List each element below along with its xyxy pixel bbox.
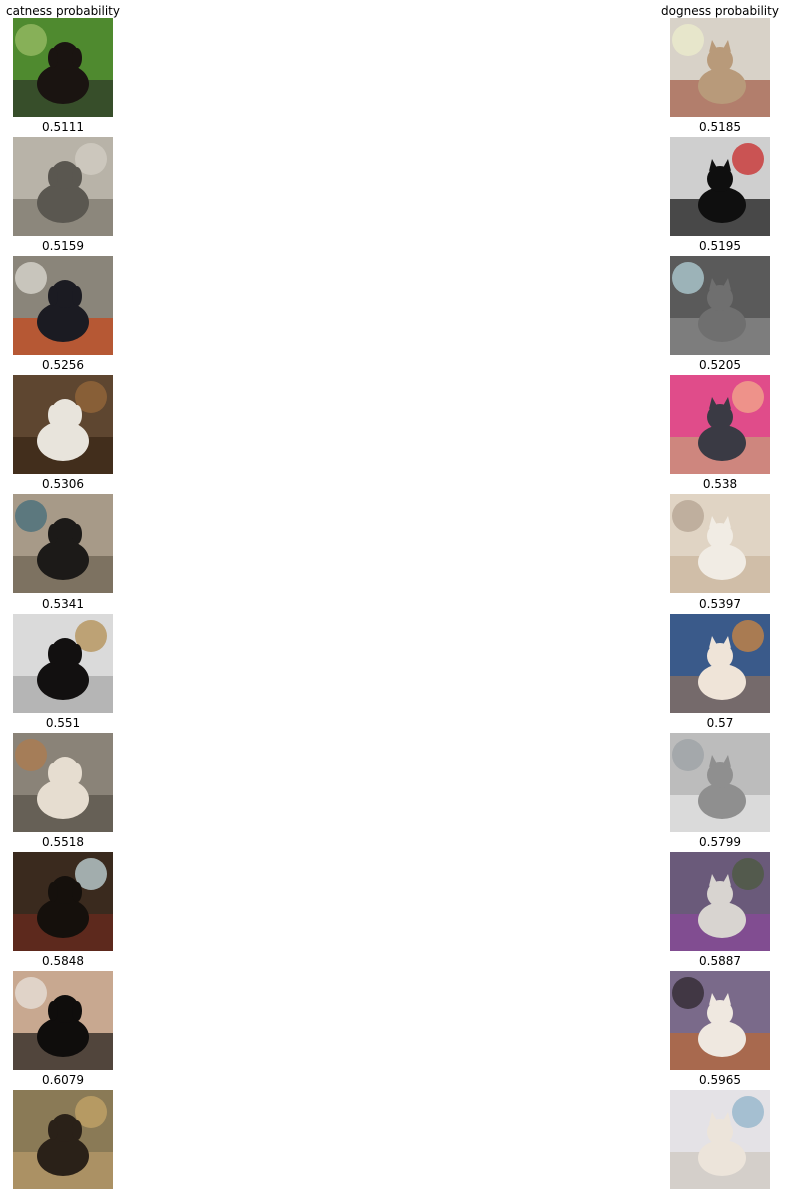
- grid-cell: 0.5159: [13, 239, 113, 356]
- grid-cell: 0.5341: [13, 597, 113, 713]
- probability-label: 0.538: [702, 477, 738, 492]
- grid-cell: 0.5518: [13, 835, 113, 951]
- grid-cell: 0.5306: [13, 477, 113, 594]
- grid-cell: [670, 18, 770, 117]
- probability-label: 0.5397: [699, 596, 741, 611]
- grid-cell: 0.5256: [13, 358, 113, 475]
- grid-cell: 0.5185: [670, 120, 770, 237]
- cat-photo-icon: [670, 137, 770, 237]
- grid-cell: 0.5965: [670, 1073, 770, 1189]
- dog-photo-icon: [13, 732, 113, 832]
- dog-photo-icon: [13, 137, 113, 237]
- probability-label: 0.5256: [42, 358, 84, 373]
- grid-cell: 0.5397: [670, 597, 770, 713]
- probability-label: 0.57: [706, 715, 734, 730]
- probability-label: 0.551: [45, 715, 81, 730]
- grid-cell: 0.5887: [670, 954, 770, 1070]
- grid-cell: 0.5848: [13, 954, 113, 1070]
- cat-photo-icon: [670, 851, 770, 951]
- cat-photo-icon: [670, 613, 770, 713]
- probability-label: 0.5111: [42, 120, 84, 135]
- grid-cell: 0.551: [13, 716, 113, 832]
- grid-cell: 0.5205: [670, 358, 770, 475]
- dog-photo-icon: [13, 494, 113, 594]
- cat-photo-icon: [670, 494, 770, 594]
- cat-photo-icon: [670, 256, 770, 356]
- probability-label: 0.5848: [42, 953, 84, 968]
- probability-label: 0.5159: [42, 239, 84, 254]
- grid-cell: 0.57: [670, 716, 770, 832]
- dog-photo-icon: [13, 851, 113, 951]
- column-title: dogness probability: [661, 4, 779, 18]
- dog-photo-icon: [13, 375, 113, 475]
- dog-photo-icon: [13, 18, 113, 117]
- dog-photo-icon: [13, 970, 113, 1070]
- grid-cell: 0.6079: [13, 1073, 113, 1189]
- probability-label: 0.5185: [699, 120, 741, 135]
- dog-photo-icon: [13, 613, 113, 713]
- cat-photo-icon: [670, 732, 770, 832]
- grid-cell: 0.5111: [13, 120, 113, 237]
- probability-label: 0.5195: [699, 239, 741, 254]
- dog-photo-icon: [13, 256, 113, 356]
- probability-label: 0.5799: [699, 834, 741, 849]
- probability-label: 0.5518: [42, 834, 84, 849]
- grid-cell: [13, 18, 113, 117]
- probability-label: 0.5341: [42, 596, 84, 611]
- grid-cell: 0.5195: [670, 239, 770, 356]
- probability-label: 0.5965: [699, 1072, 741, 1087]
- grid-cell: 0.538: [670, 477, 770, 594]
- probability-label: 0.5205: [699, 358, 741, 373]
- grid-cell: 0.5799: [670, 835, 770, 951]
- probability-label: 0.5887: [699, 953, 741, 968]
- dog-photo-icon: [13, 1089, 113, 1189]
- cat-photo-icon: [670, 970, 770, 1070]
- cat-photo-icon: [670, 18, 770, 117]
- cat-photo-icon: [670, 1089, 770, 1189]
- column-title: catness probability: [6, 4, 120, 18]
- cat-photo-icon: [670, 375, 770, 475]
- probability-label: 0.6079: [42, 1072, 84, 1087]
- probability-label: 0.5306: [42, 477, 84, 492]
